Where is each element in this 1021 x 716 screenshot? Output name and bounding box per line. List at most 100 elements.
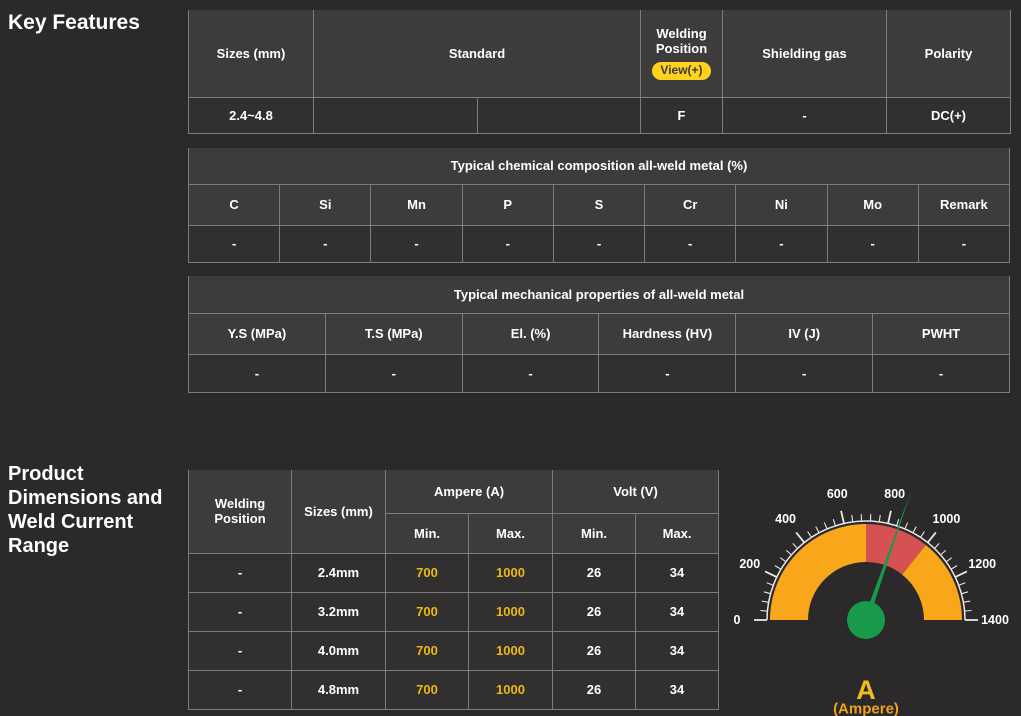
mechanical-col-header: PWHT: [872, 312, 1010, 355]
welding-position-label: Welding Position: [655, 26, 708, 57]
table-cell: 26: [552, 630, 637, 671]
gauge-minor-tick: [896, 519, 900, 527]
table-cell: 3.2mm: [291, 591, 386, 632]
col-header-sizes: Sizes (mm): [188, 10, 314, 98]
col-header-welding-position: Welding Position View(+): [640, 10, 723, 98]
mechanical-header-row: Y.S (MPa) T.S (MPa) El. (%) Hardness (HV) IV…: [188, 312, 1010, 355]
shielding-gas-value: -: [722, 96, 887, 134]
table-cell: 4.8mm: [291, 669, 386, 710]
ampere-gauge-svg: 0200400600 800100012001400A(Ampere): [734, 487, 1009, 716]
chemical-col-header: Si: [279, 183, 372, 226]
chemical-value-cell: -: [370, 224, 463, 263]
table-row: -2.4mm 700 1000 26 34: [188, 552, 720, 593]
gauge-tick-label: 1000: [933, 512, 961, 526]
current-range-table: Welding Position Sizes (mm) Ampere (A) V…: [188, 470, 720, 710]
col-header-welding-position-2: Welding Position: [188, 470, 292, 554]
mechanical-col-header: Hardness (HV): [598, 312, 737, 355]
mechanical-table-title: Typical mechanical properties of all-wel…: [188, 276, 1010, 314]
chemical-col-header: Mn: [370, 183, 463, 226]
gauge-minor-tick: [904, 522, 909, 530]
key-features-heading: Key Features: [8, 11, 140, 34]
gauge-minor-tick: [945, 557, 953, 563]
col-header-ampere-min: Min.: [385, 512, 469, 554]
gauge-major-tick: [840, 510, 845, 524]
chemical-col-header: S: [552, 183, 646, 226]
chemical-col-header: Remark: [917, 183, 1011, 226]
gauge-minor-tick: [760, 609, 768, 612]
gauge-unit-sublabel: (Ampere): [833, 701, 899, 716]
table-row: -4.8mm 700 1000 26 34: [188, 669, 720, 710]
chemical-values-row: ---------: [187, 224, 1011, 263]
product-spec-page: Key Features Sizes (mm) Standard Welding…: [0, 0, 1021, 716]
gauge-minor-tick: [920, 531, 925, 538]
table-row: -4.0mm 700 1000 26 34: [188, 630, 720, 671]
gauge-major-tick: [954, 570, 968, 578]
col-header-ampere-max: Max.: [467, 512, 554, 554]
chemical-col-header: Ni: [735, 183, 828, 226]
mechanical-values-row: ------: [188, 353, 1010, 393]
ampere-gauge: 0 200 400 600 800 1000 1200 1400 A (Ampere): [725, 468, 1015, 716]
table-cell: 1000: [467, 669, 554, 710]
table-cell: 1000: [467, 630, 554, 671]
mechanical-value-cell: -: [735, 353, 874, 393]
gauge-major-tick: [764, 570, 778, 578]
gauge-tick-label: 200: [739, 557, 760, 571]
table-cell: 34: [635, 630, 720, 671]
chemical-col-header: C: [187, 183, 281, 226]
gauge-minor-tick: [832, 519, 836, 527]
gauge-minor-tick: [934, 543, 940, 549]
mechanical-value-cell: -: [188, 353, 326, 393]
chemical-value-cell: -: [735, 224, 828, 263]
table-row: -3.2mm 700 1000 26 34: [188, 591, 720, 632]
mechanical-col-header: El. (%): [461, 312, 600, 355]
gauge-minor-tick: [940, 549, 947, 556]
mechanical-properties-table: Typical mechanical properties of all-wel…: [188, 276, 1010, 393]
table-cell: 2.4mm: [291, 552, 386, 593]
sizes-value: 2.4~4.8: [188, 96, 314, 134]
key-features-table: Sizes (mm) Standard Welding Position Vie…: [188, 10, 1011, 134]
gauge-major-tick: [795, 531, 805, 544]
gauge-minor-tick: [774, 565, 782, 570]
gauge-minor-tick: [823, 522, 828, 530]
chemical-value-cell: -: [279, 224, 372, 263]
standard-value-2: [477, 96, 641, 134]
gauge-minor-tick: [912, 526, 917, 534]
gauge-tick-label: 1400: [981, 613, 1009, 627]
gauge-minor-tick: [766, 582, 774, 586]
chemical-value-cell: -: [644, 224, 737, 263]
gauge-minor-tick: [761, 600, 769, 603]
table-cell: 700: [385, 669, 469, 710]
gauge-tick-label: 0: [734, 613, 741, 627]
view-button[interactable]: View(+): [652, 62, 711, 81]
mechanical-col-header: T.S (MPa): [324, 312, 463, 355]
gauge-minor-tick: [792, 543, 798, 549]
mechanical-value-cell: -: [461, 353, 600, 393]
col-header-volt-min: Min.: [552, 512, 637, 554]
table-cell: 700: [385, 552, 469, 593]
table-cell: 34: [635, 552, 720, 593]
table-cell: -: [188, 591, 292, 632]
polarity-value: DC(+): [886, 96, 1011, 134]
table-cell: 700: [385, 591, 469, 632]
gauge-minor-tick: [963, 600, 971, 603]
col-header-polarity: Polarity: [886, 10, 1011, 98]
chemical-value-cell: -: [187, 224, 281, 263]
current-range-body: -2.4mm 700 1000 26 34-3.2mm 700 1000 26 34-4.0mm…: [188, 552, 720, 710]
gauge-minor-tick: [815, 526, 820, 534]
table-cell: 34: [635, 669, 720, 710]
gauge-tick-label: 1200: [968, 557, 996, 571]
table-cell: -: [188, 552, 292, 593]
table-cell: 34: [635, 591, 720, 632]
gauge-minor-tick: [958, 582, 966, 586]
table-cell: 1000: [467, 591, 554, 632]
table-cell: 26: [552, 591, 637, 632]
welding-position-value: F: [640, 96, 723, 134]
gauge-minor-tick: [779, 557, 787, 563]
chemical-value-cell: -: [461, 224, 554, 263]
gauge-minor-tick: [785, 549, 792, 556]
chemical-col-header: P: [461, 183, 554, 226]
gauge-hub: [847, 601, 885, 639]
standard-value-1: [313, 96, 478, 134]
chemical-header-row: C Si Mn P S Cr Ni Mo Remark: [187, 183, 1011, 226]
gauge-major-tick: [887, 510, 892, 524]
